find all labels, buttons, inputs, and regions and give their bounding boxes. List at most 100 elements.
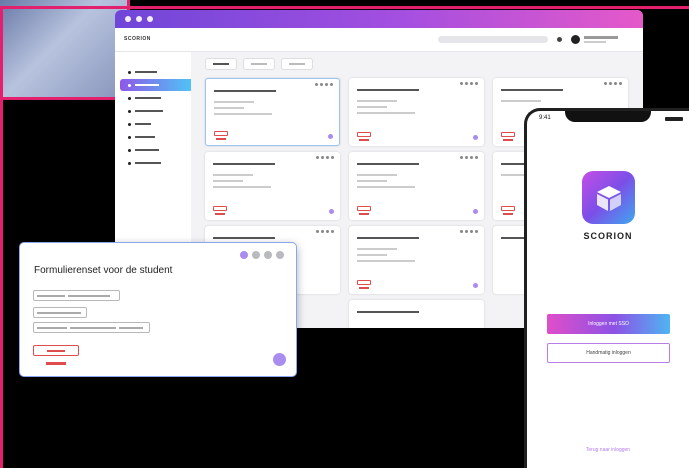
avatar[interactable] <box>571 35 580 44</box>
sidebar-item-label <box>135 97 161 99</box>
status-line <box>359 213 369 215</box>
card-line <box>214 113 272 115</box>
sidebar-item-label <box>135 71 157 73</box>
more-dots-icon[interactable] <box>460 82 478 85</box>
card-title <box>213 237 275 239</box>
action-dot-icon[interactable] <box>273 353 286 366</box>
sso-login-button[interactable]: Inloggen met SSO <box>547 314 670 334</box>
form-card[interactable] <box>349 226 484 294</box>
form-card[interactable] <box>349 300 484 328</box>
action-dot-icon[interactable] <box>473 283 478 288</box>
phone-mockup: 9:41 SCORION Inloggen met SSO Handmatig … <box>524 108 689 468</box>
form-chip[interactable] <box>33 307 87 318</box>
frame-border-top <box>0 6 689 9</box>
tab-label <box>251 63 267 65</box>
form-card-selected[interactable] <box>205 78 340 146</box>
sidebar-item[interactable] <box>120 66 191 78</box>
bullet-icon <box>128 83 131 87</box>
bell-icon[interactable] <box>557 37 562 42</box>
sidebar-item-label <box>135 136 155 138</box>
sidebar-item[interactable] <box>120 92 191 104</box>
card-line <box>213 186 271 188</box>
card-line <box>357 174 397 176</box>
more-dots-icon[interactable] <box>604 82 622 85</box>
app-logo: SCORION <box>124 36 151 42</box>
status-line <box>503 139 513 141</box>
status-badge <box>214 131 228 136</box>
action-dot-icon[interactable] <box>473 135 478 140</box>
manual-login-button[interactable]: Handmatig inloggen <box>547 343 670 363</box>
more-dots-icon[interactable] <box>460 156 478 159</box>
card-title <box>357 89 419 91</box>
form-card[interactable] <box>205 152 340 220</box>
more-dots-icon[interactable] <box>315 83 333 86</box>
modal-action-button[interactable] <box>33 345 79 356</box>
card-title <box>357 311 419 313</box>
sidebar-item-active[interactable] <box>120 79 191 91</box>
bullet-icon <box>128 122 131 126</box>
dot-icon[interactable] <box>252 251 260 259</box>
status-line <box>359 139 369 141</box>
more-dots-icon[interactable] <box>316 230 334 233</box>
window-control-icon[interactable] <box>147 16 153 22</box>
footer-link[interactable]: Terug naar inloggen <box>527 447 689 453</box>
cube-logo-icon <box>582 171 635 224</box>
sidebar-item[interactable] <box>120 144 191 156</box>
tab[interactable] <box>281 58 313 70</box>
dot-icon[interactable] <box>240 251 248 259</box>
window-control-icon[interactable] <box>136 16 142 22</box>
status-line <box>216 138 226 140</box>
form-chip[interactable] <box>33 322 150 333</box>
card-line <box>213 174 253 176</box>
form-card[interactable] <box>349 78 484 146</box>
bullet-icon <box>128 135 131 139</box>
bullet-icon <box>128 70 131 74</box>
phone-notch <box>565 111 651 122</box>
user-name <box>584 36 618 39</box>
card-title <box>357 237 419 239</box>
form-card[interactable] <box>349 152 484 220</box>
card-line <box>357 254 387 256</box>
window-titlebar <box>115 10 643 28</box>
status-badge <box>501 206 515 211</box>
bullet-icon <box>128 109 131 113</box>
more-dots-icon[interactable] <box>460 230 478 233</box>
card-line <box>213 180 243 182</box>
search-input[interactable] <box>438 36 548 43</box>
tab-label <box>213 63 229 65</box>
form-modal: Formulierenset voor de student <box>20 243 296 376</box>
card-line <box>214 101 254 103</box>
sidebar-item[interactable] <box>120 131 191 143</box>
bullet-icon <box>128 148 131 152</box>
status-line <box>46 362 66 365</box>
card-line <box>357 100 397 102</box>
tab[interactable] <box>243 58 275 70</box>
action-dot-icon[interactable] <box>473 209 478 214</box>
sidebar-item[interactable] <box>120 105 191 117</box>
status-badge <box>357 132 371 137</box>
tab-bar <box>205 58 313 70</box>
dot-icon[interactable] <box>276 251 284 259</box>
card-line <box>357 112 415 114</box>
sidebar-item-label <box>135 84 159 86</box>
action-dot-icon[interactable] <box>328 134 333 139</box>
frame-border-left <box>0 6 3 468</box>
sidebar-item[interactable] <box>120 157 191 169</box>
bullet-icon <box>128 96 131 100</box>
battery-icon <box>665 117 683 121</box>
more-dots-icon[interactable] <box>316 156 334 159</box>
modal-title: Formulierenset voor de student <box>34 265 173 276</box>
sidebar-item-label <box>135 162 161 164</box>
user-role <box>584 41 606 43</box>
dot-icon[interactable] <box>264 251 272 259</box>
sidebar-item[interactable] <box>120 118 191 130</box>
form-chip[interactable] <box>33 290 120 301</box>
window-control-icon[interactable] <box>125 16 131 22</box>
card-line <box>357 260 415 262</box>
card-line <box>357 106 387 108</box>
action-dot-icon[interactable] <box>329 209 334 214</box>
modal-dots <box>240 251 284 259</box>
card-title <box>213 163 275 165</box>
background-photo <box>0 0 130 100</box>
tab-active[interactable] <box>205 58 237 70</box>
